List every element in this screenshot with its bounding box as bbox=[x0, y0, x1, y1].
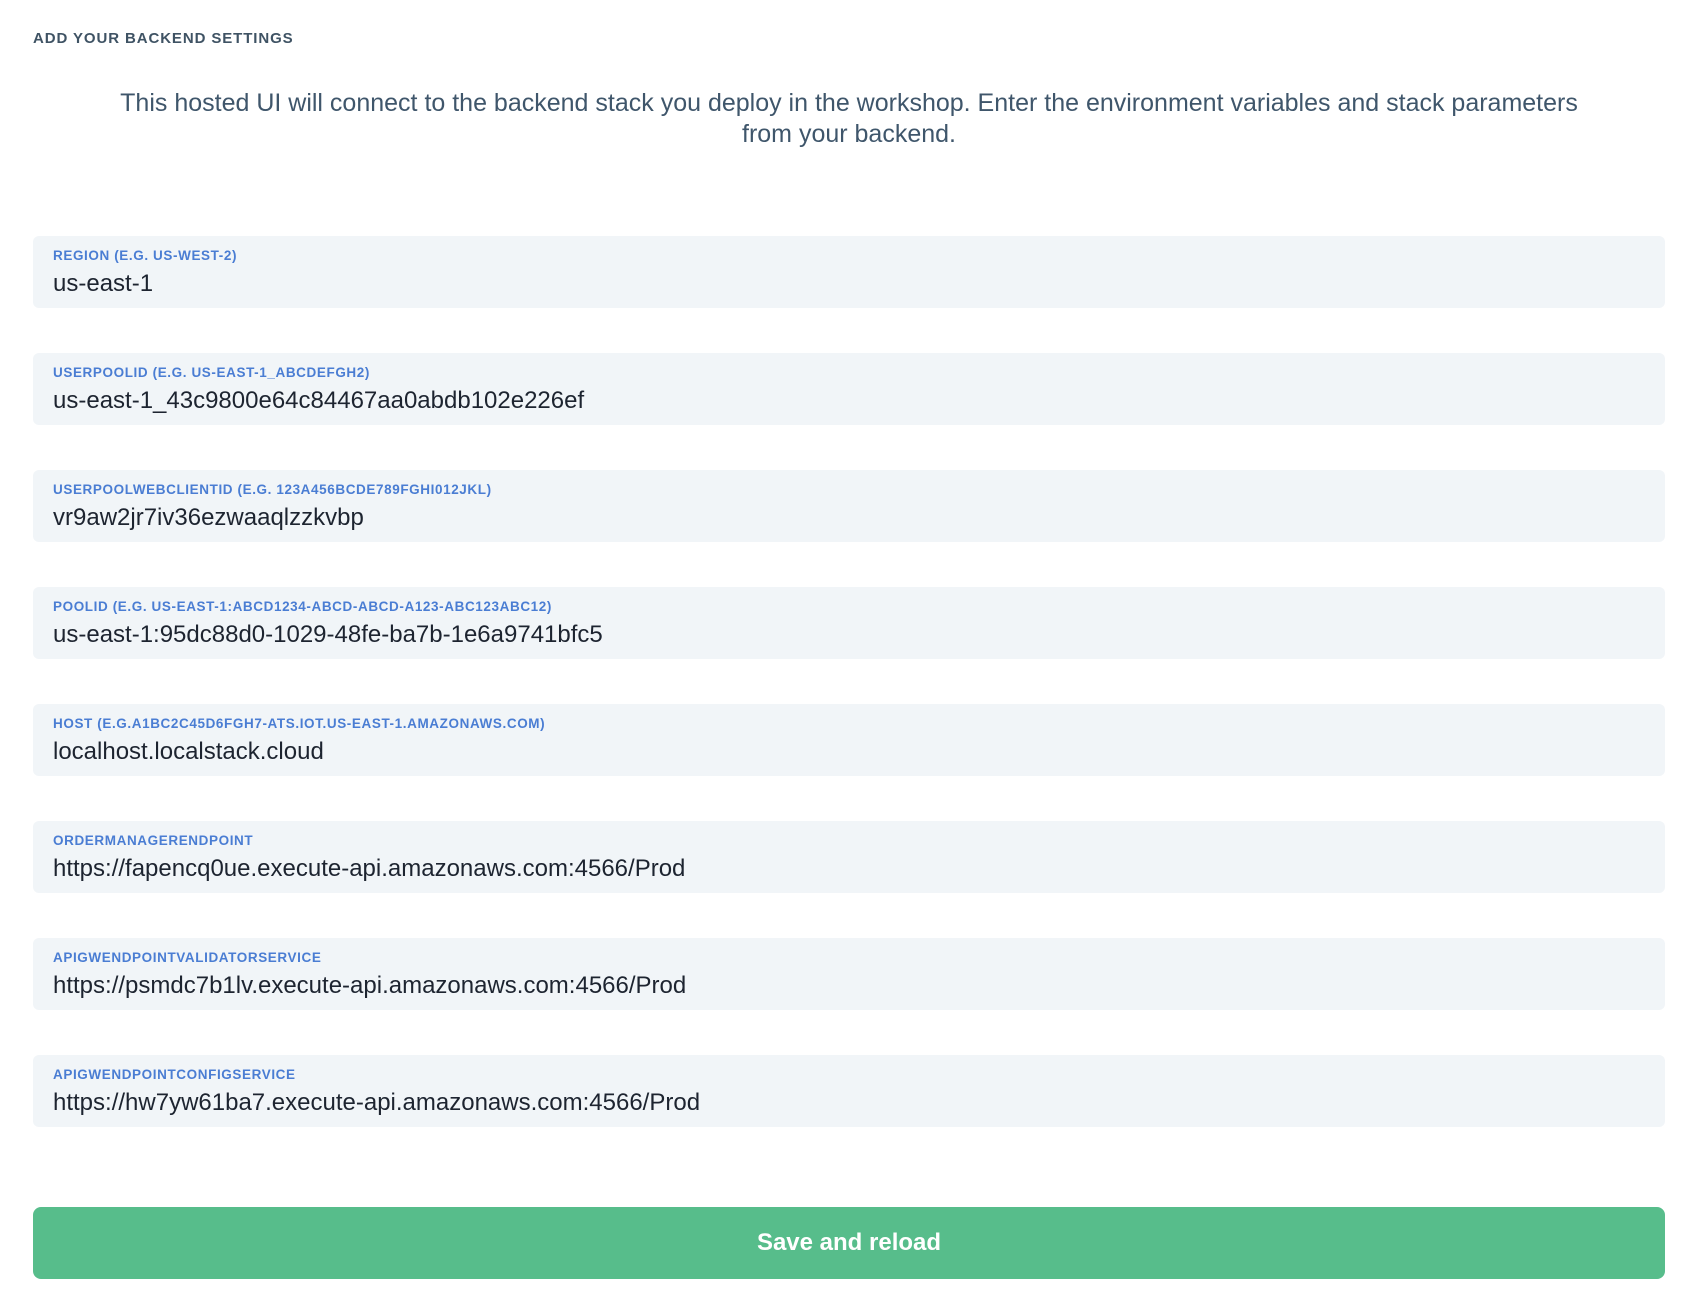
poolid-label: POOLID (E.G. US-EAST-1:ABCD1234-ABCD-ABC… bbox=[53, 599, 1645, 615]
apigwendpointvalidatorservice-label: APIGWENDPOINTVALIDATORSERVICE bbox=[53, 950, 1645, 966]
poolid-input[interactable] bbox=[53, 618, 1645, 651]
userpoolid-label: USERPOOLID (E.G. US-EAST-1_ABCDEFGH2) bbox=[53, 365, 1645, 381]
region-label: REGION (E.G. US-WEST-2) bbox=[53, 248, 1645, 264]
ordermanagerendpoint-field[interactable]: ORDERMANAGERENDPOINT bbox=[33, 821, 1665, 893]
userpoolid-input[interactable] bbox=[53, 384, 1645, 417]
save-and-reload-button[interactable]: Save and reload bbox=[33, 1207, 1665, 1279]
host-field[interactable]: HOST (E.G.A1BC2C45D6FGH7-ATS.IOT.US-EAST… bbox=[33, 704, 1665, 776]
userpoolid-field[interactable]: USERPOOLID (E.G. US-EAST-1_ABCDEFGH2) bbox=[33, 353, 1665, 425]
apigwendpointconfigservice-input[interactable] bbox=[53, 1086, 1645, 1119]
region-field[interactable]: REGION (E.G. US-WEST-2) bbox=[33, 236, 1665, 308]
poolid-field[interactable]: POOLID (E.G. US-EAST-1:ABCD1234-ABCD-ABC… bbox=[33, 587, 1665, 659]
userpoolwebclientid-field[interactable]: USERPOOLWEBCLIENTID (E.G. 123A456BCDE789… bbox=[33, 470, 1665, 542]
page-title: ADD YOUR BACKEND SETTINGS bbox=[33, 30, 1665, 48]
backend-settings-page: ADD YOUR BACKEND SETTINGS This hosted UI… bbox=[0, 0, 1698, 1303]
userpoolwebclientid-input[interactable] bbox=[53, 501, 1645, 534]
apigwendpointvalidatorservice-input[interactable] bbox=[53, 969, 1645, 1002]
host-label: HOST (E.G.A1BC2C45D6FGH7-ATS.IOT.US-EAST… bbox=[53, 716, 1645, 732]
apigwendpointconfigservice-label: APIGWENDPOINTCONFIGSERVICE bbox=[53, 1067, 1645, 1083]
ordermanagerendpoint-input[interactable] bbox=[53, 852, 1645, 885]
page-description: This hosted UI will connect to the backe… bbox=[94, 88, 1604, 150]
region-input[interactable] bbox=[53, 267, 1645, 300]
apigwendpointconfigservice-field[interactable]: APIGWENDPOINTCONFIGSERVICE bbox=[33, 1055, 1665, 1127]
userpoolwebclientid-label: USERPOOLWEBCLIENTID (E.G. 123A456BCDE789… bbox=[53, 482, 1645, 498]
host-input[interactable] bbox=[53, 735, 1645, 768]
apigwendpointvalidatorservice-field[interactable]: APIGWENDPOINTVALIDATORSERVICE bbox=[33, 938, 1665, 1010]
settings-form: REGION (E.G. US-WEST-2) USERPOOLID (E.G.… bbox=[33, 236, 1665, 1127]
ordermanagerendpoint-label: ORDERMANAGERENDPOINT bbox=[53, 833, 1645, 849]
